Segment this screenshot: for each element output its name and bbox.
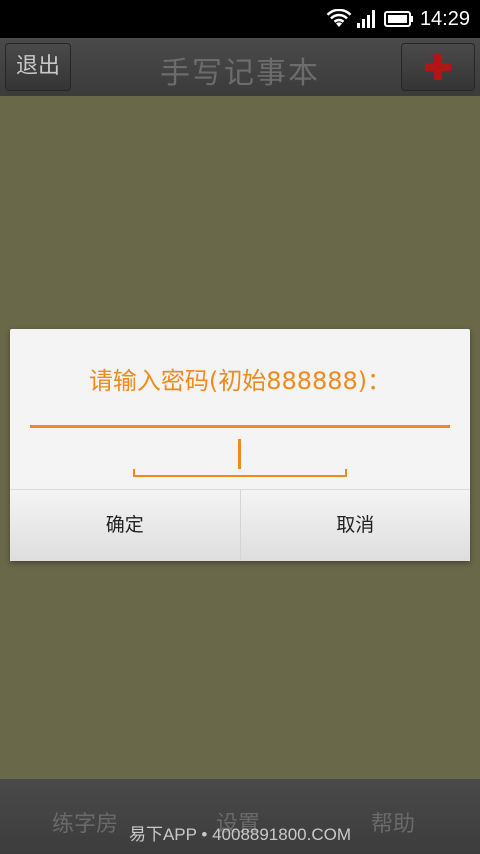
input-underline-right-tick bbox=[345, 469, 347, 477]
status-time: 14:29 bbox=[419, 8, 470, 30]
watermark: 易下APP • 4008891800.COM bbox=[128, 825, 352, 844]
dialog-divider bbox=[30, 425, 450, 428]
input-underline bbox=[133, 475, 347, 477]
cancel-button[interactable]: 取消 bbox=[239, 490, 470, 561]
battery-icon bbox=[384, 11, 413, 27]
confirm-button[interactable]: 确定 bbox=[10, 490, 240, 561]
status-bar: 14:29 bbox=[0, 0, 480, 38]
password-dialog: 请输入密码(初始888888)： 确定 取消 bbox=[10, 329, 470, 561]
wifi-icon bbox=[326, 9, 352, 27]
signal-icon bbox=[357, 10, 375, 28]
dialog-button-row: 确定 取消 bbox=[10, 489, 470, 561]
dialog-title: 请输入密码(初始888888)： bbox=[88, 367, 392, 395]
input-underline-left-tick bbox=[133, 469, 135, 477]
plus-icon bbox=[425, 54, 451, 80]
bottom-nav: 练字房 设置 帮助 易下APP • 4008891800.COM bbox=[0, 779, 480, 854]
title-bar: 退出 手写记事本 bbox=[0, 38, 480, 97]
password-input[interactable] bbox=[133, 437, 351, 479]
add-note-button[interactable] bbox=[401, 43, 475, 91]
text-cursor bbox=[238, 439, 241, 469]
